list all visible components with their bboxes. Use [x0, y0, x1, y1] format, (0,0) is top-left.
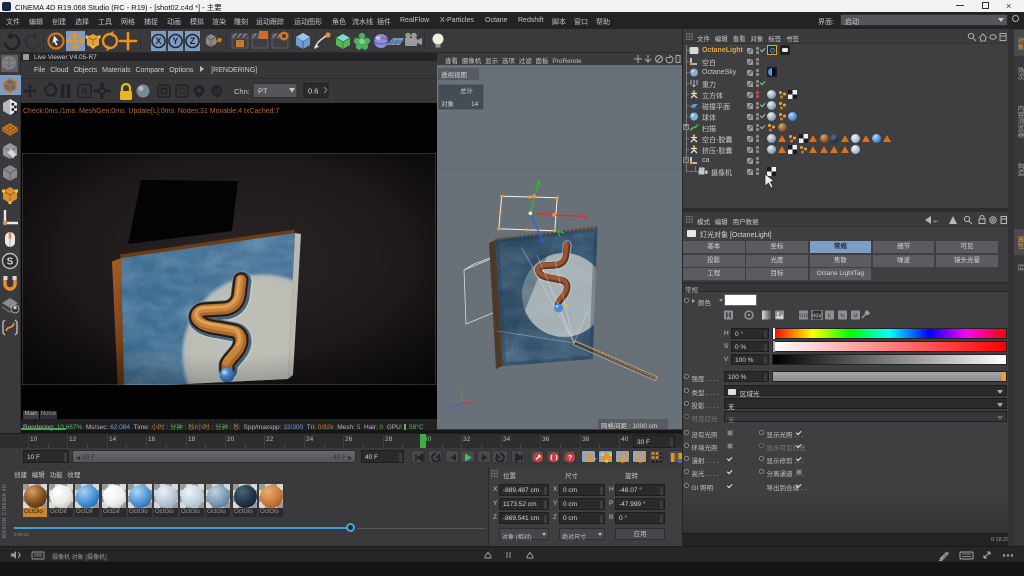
svg-text:透视视图: 透视视图	[441, 70, 467, 79]
svg-text:总计: 总计	[460, 86, 474, 95]
svg-text:14: 14	[471, 101, 479, 108]
svg-text:X: X	[155, 36, 161, 46]
svg-text:Y: Y	[172, 36, 178, 46]
svg-text:H: H	[726, 311, 732, 320]
svg-text:PT: PT	[258, 87, 268, 96]
svg-text:网格间距 : 1000 cm: 网格间距 : 1000 cm	[601, 421, 657, 429]
svg-text:50: 50	[213, 89, 221, 96]
svg-text:X: X	[472, 402, 476, 408]
svg-text:Z: Z	[190, 36, 196, 46]
svg-text:S: S	[7, 257, 14, 268]
svg-text:对象: 对象	[441, 99, 455, 108]
svg-text:Y: Y	[459, 388, 463, 394]
svg-text:%: %	[840, 314, 845, 320]
svg-text:?: ?	[568, 455, 572, 462]
svg-text:Chn:: Chn:	[234, 87, 250, 96]
svg-text:R: R	[81, 87, 88, 97]
svg-text:P: P	[638, 455, 643, 462]
svg-text:RGB: RGB	[798, 314, 810, 320]
svg-text:0.6: 0.6	[308, 87, 318, 96]
svg-text:M: M	[853, 314, 857, 320]
svg-text:HSV: HSV	[811, 314, 822, 320]
